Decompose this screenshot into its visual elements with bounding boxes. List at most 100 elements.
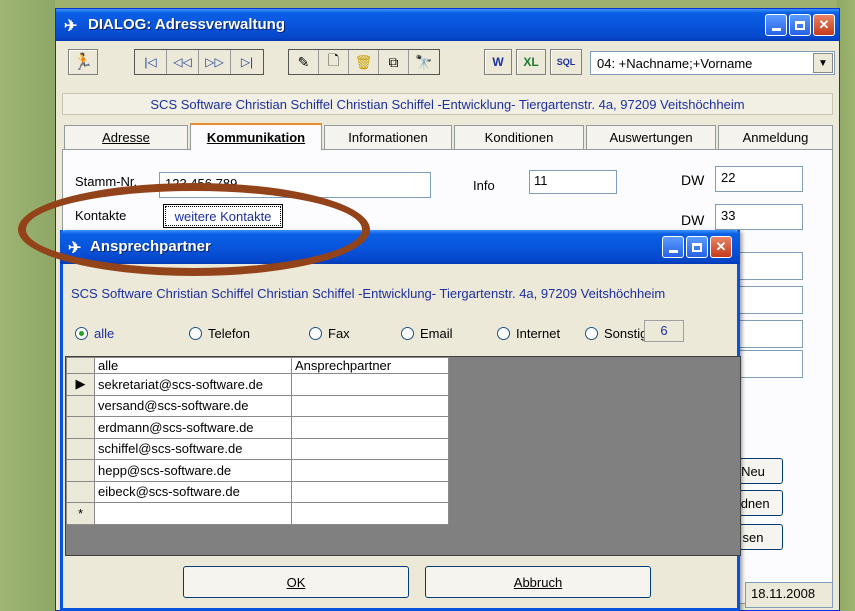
abbruch-button[interactable]: Abbruch: [425, 566, 651, 598]
filter-radio-group: alle Telefon Fax Email Internet Sonstige…: [63, 320, 743, 348]
row-selector[interactable]: [66, 437, 95, 460]
app-icon: ✈: [68, 240, 82, 257]
table-row[interactable]: erdmann@scs-software.de: [66, 416, 449, 439]
tab-bar: Adresse Kommunikation Informationen Kond…: [62, 123, 833, 150]
table-row[interactable]: ▶ sekretariat@scs-software.de: [66, 373, 449, 396]
dw-field-2[interactable]: 33: [715, 204, 803, 230]
radio-alle[interactable]: alle: [75, 326, 114, 341]
cell-alle[interactable]: [94, 502, 292, 525]
edit-pencil-button[interactable]: ✎: [289, 50, 319, 74]
table-row[interactable]: eibeck@scs-software.de: [66, 480, 449, 503]
new-row[interactable]: *: [66, 502, 449, 525]
new-document-button[interactable]: 🗋: [319, 50, 349, 74]
radio-internet[interactable]: Internet: [497, 326, 560, 341]
chevron-down-icon[interactable]: ▼: [813, 53, 833, 73]
previous-record-button[interactable]: ◁◁: [167, 50, 199, 74]
search-binoculars-button[interactable]: 🔭: [409, 50, 439, 74]
background-left: [0, 0, 55, 611]
table-row[interactable]: hepp@scs-software.de: [66, 459, 449, 482]
toolbar: 🏃 |◁ ◁◁ ▷▷ ▷| ✎ 🗋 🗑 ⧉ 🔭 W XL SQL 04: +Na…: [56, 41, 839, 93]
maximize-icon: [692, 242, 702, 252]
tab-informationen[interactable]: Informationen: [324, 125, 452, 149]
radio-label: alle: [94, 326, 115, 341]
radio-unchecked-icon: [309, 327, 322, 340]
delete-trash-button[interactable]: 🗑: [349, 50, 379, 74]
dialog-maximize-button[interactable]: [686, 236, 708, 258]
dialog-titlebar[interactable]: ✈ Ansprechpartner ✕: [60, 230, 740, 264]
cell-alle[interactable]: versand@scs-software.de: [94, 394, 292, 417]
sort-order-select[interactable]: 04: +Nachname;+Vorname ▼: [590, 51, 835, 75]
word-export-button[interactable]: W: [484, 49, 512, 75]
contacts-table: alle Ansprechpartner ▶ sekretariat@scs-s…: [66, 357, 449, 525]
radio-label: Fax: [328, 326, 350, 341]
cell-ansprechpartner[interactable]: [291, 437, 449, 460]
copy-button[interactable]: ⧉: [379, 50, 409, 74]
row-selector[interactable]: [66, 416, 95, 439]
tab-auswertungen[interactable]: Auswertungen: [586, 125, 716, 149]
minimize-button[interactable]: [765, 14, 787, 36]
excel-export-button[interactable]: XL: [516, 49, 546, 75]
dialog-close-button[interactable]: ✕: [710, 236, 732, 258]
ansprechpartner-dialog: ✈ Ansprechpartner ✕ SCS Software Christi…: [60, 230, 743, 611]
weitere-kontakte-button[interactable]: weitere Kontakte: [163, 204, 283, 228]
radio-telefon[interactable]: Telefon: [189, 326, 250, 341]
close-button[interactable]: ✕: [813, 14, 835, 36]
new-row-asterisk-icon[interactable]: *: [66, 502, 95, 525]
table-row[interactable]: schiffel@scs-software.de: [66, 437, 449, 460]
cell-ansprechpartner[interactable]: [291, 373, 449, 396]
cell-ansprechpartner[interactable]: [291, 416, 449, 439]
column-header-ansprechpartner[interactable]: Ansprechpartner: [291, 357, 449, 374]
current-row-pointer-icon[interactable]: ▶: [66, 373, 95, 396]
cell-alle[interactable]: erdmann@scs-software.de: [94, 416, 292, 439]
tab-label: Konditionen: [484, 130, 554, 145]
abbruch-label: Abbruch: [513, 574, 563, 590]
tab-adresse[interactable]: Adresse: [64, 125, 188, 149]
radio-unchecked-icon: [189, 327, 202, 340]
dw-field-1[interactable]: 22: [715, 166, 803, 192]
cell-alle[interactable]: schiffel@scs-software.de: [94, 437, 292, 460]
first-record-button[interactable]: |◁: [135, 50, 167, 74]
radio-fax[interactable]: Fax: [309, 326, 350, 341]
sql-button[interactable]: SQL: [550, 49, 582, 75]
info-label: Info: [473, 178, 495, 193]
minimize-icon: [668, 249, 678, 253]
cell-alle[interactable]: sekretariat@scs-software.de: [94, 373, 292, 396]
tab-kommunikation[interactable]: Kommunikation: [190, 123, 322, 150]
tab-anmeldung[interactable]: Anmeldung: [718, 125, 833, 149]
ok-label: OK: [286, 574, 306, 590]
info-field[interactable]: 11: [529, 170, 617, 194]
last-record-button[interactable]: ▷|: [231, 50, 263, 74]
row-selector[interactable]: [66, 394, 95, 417]
app-icon: ✈: [64, 18, 78, 35]
dw-label-2: DW: [681, 212, 705, 228]
stamm-nr-field[interactable]: 123 456 789: [159, 172, 431, 198]
minimize-icon: [771, 27, 781, 31]
dialog-minimize-button[interactable]: [662, 236, 684, 258]
sort-order-value: 04: +Nachname;+Vorname: [597, 56, 753, 71]
main-titlebar[interactable]: ✈ DIALOG: Adressverwaltung ✕: [56, 9, 839, 41]
row-selector[interactable]: [66, 480, 95, 503]
cell-ansprechpartner[interactable]: [291, 502, 449, 525]
stamm-nr-label: Stamm-Nr.: [75, 174, 138, 189]
cell-ansprechpartner[interactable]: [291, 459, 449, 482]
radio-unchecked-icon: [401, 327, 414, 340]
cell-alle[interactable]: hepp@scs-software.de: [94, 459, 292, 482]
tab-konditionen[interactable]: Konditionen: [454, 125, 584, 149]
radio-email[interactable]: Email: [401, 326, 453, 341]
table-row[interactable]: versand@scs-software.de: [66, 394, 449, 417]
dw-label-1: DW: [681, 172, 705, 188]
column-header-alle[interactable]: alle: [94, 357, 292, 374]
maximize-button[interactable]: [789, 14, 811, 36]
maximize-icon: [795, 20, 805, 30]
cell-alle[interactable]: eibeck@scs-software.de: [94, 480, 292, 503]
contacts-grid: alle Ansprechpartner ▶ sekretariat@scs-s…: [65, 356, 741, 556]
next-record-button[interactable]: ▷▷: [199, 50, 231, 74]
ok-button[interactable]: OK: [183, 566, 409, 598]
cell-ansprechpartner[interactable]: [291, 394, 449, 417]
close-icon: ✕: [818, 17, 830, 32]
window-title: DIALOG: Adressverwaltung: [88, 16, 285, 33]
cell-ansprechpartner[interactable]: [291, 480, 449, 503]
exit-button[interactable]: 🏃: [68, 49, 98, 75]
row-selector[interactable]: [66, 459, 95, 482]
row-selector-header: [66, 357, 95, 374]
